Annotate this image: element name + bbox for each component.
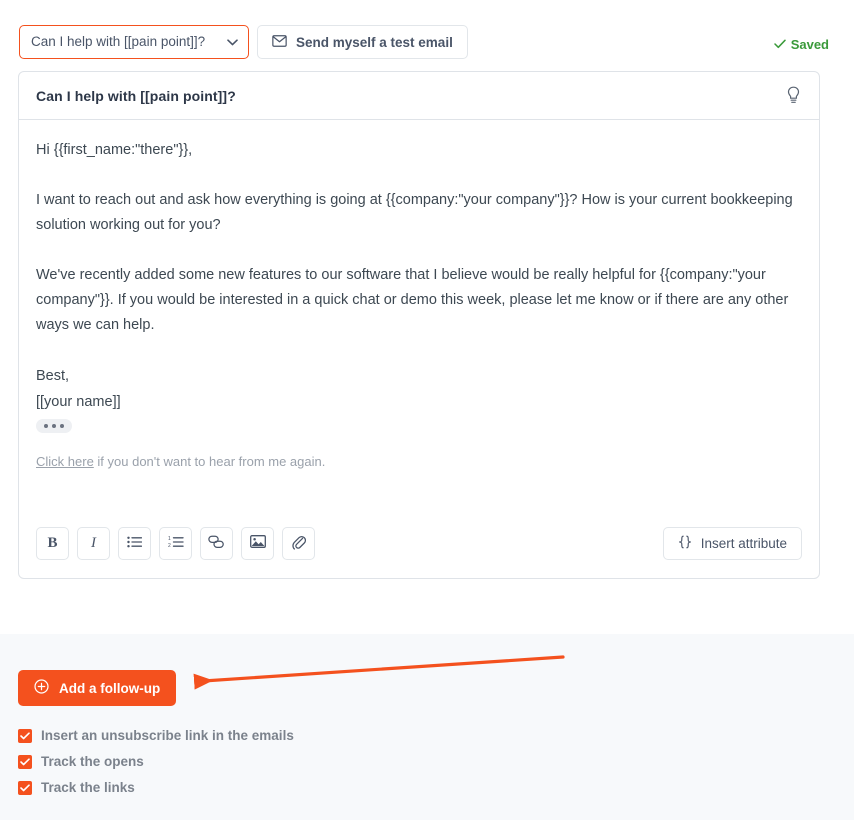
checkbox-track-opens[interactable] <box>18 754 32 769</box>
attachment-button[interactable] <box>282 526 315 560</box>
bullet-list-icon <box>127 535 143 551</box>
svg-text:1: 1 <box>168 536 171 542</box>
checkbox-row-track-links[interactable]: Track the links <box>18 780 294 795</box>
bullet-list-button[interactable] <box>118 526 151 560</box>
checkbox-label-track-opens: Track the opens <box>41 754 144 769</box>
saved-label: Saved <box>790 37 829 52</box>
checkbox-row-track-opens[interactable]: Track the opens <box>18 754 294 769</box>
bold-icon: B <box>47 534 58 551</box>
unsubscribe-note-rest: if you don't want to hear from me again. <box>93 454 326 469</box>
link-button[interactable] <box>200 526 233 560</box>
svg-text:2: 2 <box>168 543 171 548</box>
link-icon <box>208 535 225 552</box>
top-toolbar: Can I help with [[pain point]]? Send mys… <box>0 0 854 66</box>
envelope-icon <box>272 34 287 50</box>
italic-icon: I <box>91 534 96 551</box>
insert-attribute-button[interactable]: Insert attribute <box>662 526 802 560</box>
paperclip-icon <box>291 534 306 553</box>
checkbox-label-track-links: Track the links <box>41 780 135 795</box>
email-signoff-block: Best, [[your name]] <box>36 363 802 415</box>
email-body-editor[interactable]: Hi {{first_name:"there"}}, I want to rea… <box>19 120 819 510</box>
send-test-email-button[interactable]: Send myself a test email <box>257 25 468 59</box>
email-subject-input[interactable]: Can I help with [[pain point]]? <box>36 88 236 104</box>
email-greeting: Hi {{first_name:"there"}}, <box>36 142 193 158</box>
image-icon <box>249 535 266 551</box>
numbered-list-icon: 1 2 <box>168 535 184 551</box>
check-icon <box>773 37 786 52</box>
email-subject-row: Can I help with [[pain point]]? <box>19 72 819 120</box>
italic-button[interactable]: I <box>77 526 110 560</box>
add-follow-up-button[interactable]: Add a follow-up <box>18 670 177 706</box>
unsubscribe-link[interactable]: Click here <box>36 454 94 469</box>
unsubscribe-note: Click here if you don't want to hear fro… <box>36 453 802 471</box>
email-paragraph-1: I want to reach out and ask how everythi… <box>36 192 793 233</box>
checkbox-label-unsubscribe-link: Insert an unsubscribe link in the emails <box>41 728 294 743</box>
checkbox-unsubscribe-link[interactable] <box>18 728 32 743</box>
email-editor-card: Can I help with [[pain point]]? Hi {{fir… <box>18 71 820 579</box>
email-signoff: Best, <box>36 368 70 384</box>
checkbox-row-unsubscribe-link[interactable]: Insert an unsubscribe link in the emails <box>18 728 294 743</box>
send-test-email-label: Send myself a test email <box>296 34 453 50</box>
plus-circle-icon <box>34 679 49 697</box>
numbered-list-button[interactable]: 1 2 <box>159 526 192 560</box>
add-follow-up-label: Add a follow-up <box>59 680 161 696</box>
checkbox-track-links[interactable] <box>18 780 32 795</box>
chevron-down-icon <box>227 26 238 58</box>
curly-braces-icon <box>678 535 692 552</box>
lightbulb-icon[interactable] <box>782 84 804 106</box>
bottom-settings-panel: Add a follow-up Insert an unsubscribe li… <box>0 634 854 820</box>
subject-select[interactable]: Can I help with [[pain point]]? <box>19 25 249 59</box>
ellipsis-icon[interactable] <box>36 419 72 433</box>
editor-toolbar: B I 1 2 Insert attribute <box>19 508 819 578</box>
email-paragraph-2: We've recently added some new features t… <box>36 267 789 333</box>
bold-button[interactable]: B <box>36 526 69 560</box>
email-signature: [[your name]] <box>36 394 121 410</box>
image-button[interactable] <box>241 526 274 560</box>
tracking-options-list: Insert an unsubscribe link in the emails… <box>18 728 294 806</box>
saved-status: Saved <box>773 37 829 52</box>
subject-select-value: Can I help with [[pain point]]? <box>31 34 206 49</box>
insert-attribute-label: Insert attribute <box>700 535 787 551</box>
